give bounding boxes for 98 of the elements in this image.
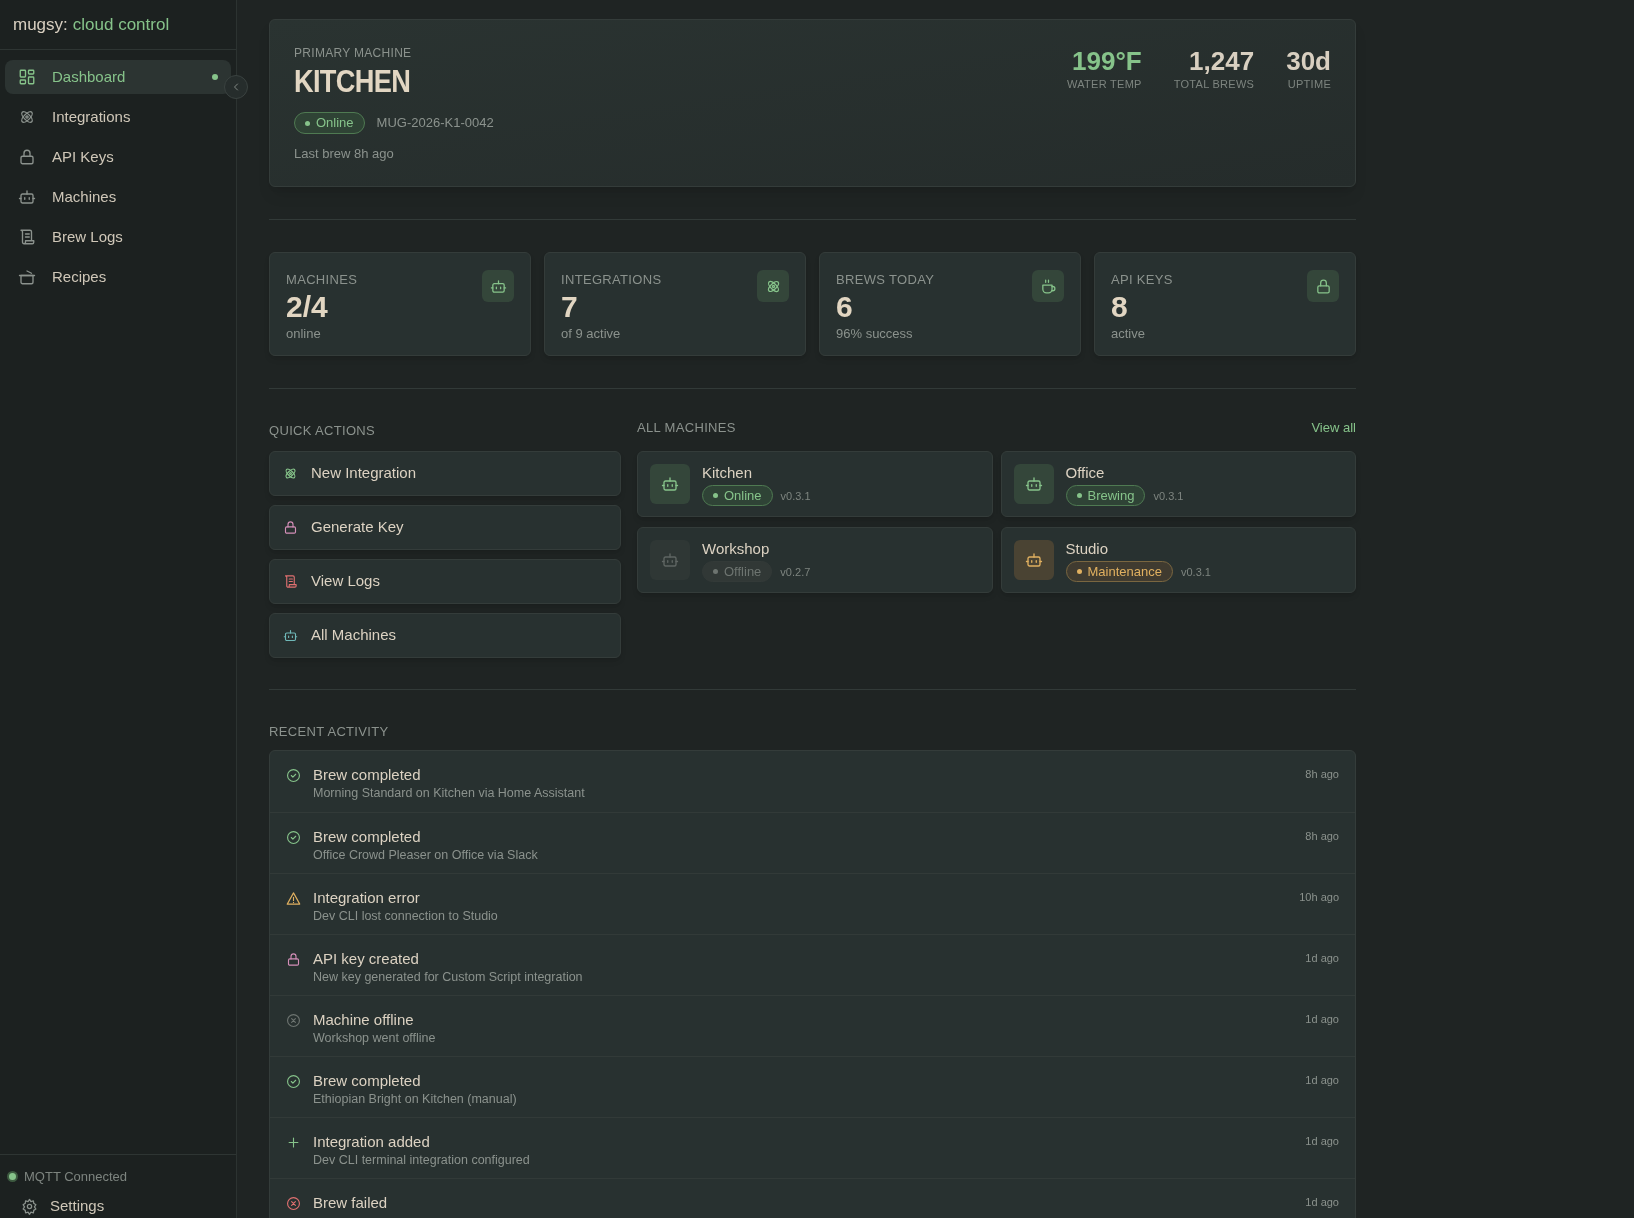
sidebar-item[interactable]: Brew Logs [5, 220, 231, 254]
stat-label: WATER TEMP [1067, 77, 1142, 92]
serial-number: MUG-2026-K1-0042 [376, 114, 494, 133]
view-all-link[interactable]: View all [1311, 418, 1356, 438]
stat-label: API KEYS [1111, 271, 1173, 289]
pot-icon [18, 268, 36, 286]
section-title: RECENT ACTIVITY [269, 723, 390, 736]
status-badge: Online [294, 112, 365, 134]
section-title: ALL MACHINES [637, 419, 736, 438]
activity-detail: Ethiopian Bright on Kitchen (manual) [313, 1091, 518, 1108]
status-badge: Maintenance [1065, 561, 1173, 583]
machine-card[interactable]: Office Brewing v0.3.1 [1000, 451, 1356, 517]
stat-label: INTEGRATIONS [561, 271, 662, 289]
activity-detail: Office Crowd Pleaser on Office via Slack [313, 847, 539, 864]
robot-icon [18, 188, 36, 206]
activity-time: 1d ago [1305, 951, 1339, 966]
activity-time: 1d ago [1305, 1195, 1339, 1210]
stat-caption: of 9 active [561, 324, 622, 343]
version-label: v0.2.7 [780, 564, 811, 580]
sidebar-item[interactable]: API Keys [5, 140, 231, 174]
machine-name: Studio [1065, 538, 1110, 559]
robot-icon [489, 277, 507, 295]
action-button[interactable]: All Machines [269, 613, 621, 658]
activity-title: Machine offline [313, 1011, 415, 1029]
activity-title: Integration added [313, 1133, 431, 1151]
activity-detail: Morning Standard on Kitchen via Home Assistant [313, 785, 586, 802]
atom-icon [18, 108, 36, 126]
activity-title: Brew completed [313, 828, 422, 846]
machine-name: Workshop [702, 538, 771, 559]
action-button[interactable]: View Logs [269, 559, 621, 604]
machine-card[interactable]: Workshop Offline v0.2.7 [637, 527, 993, 593]
collapse-button[interactable] [224, 75, 248, 99]
activity-time: 8h ago [1305, 767, 1339, 782]
lock-icon [18, 148, 36, 166]
machine-name: KITCHEN [294, 62, 412, 100]
robot-icon [283, 628, 298, 643]
activity-detail: New key generated for Custom Script integration [313, 969, 584, 986]
activity-detail: Dev CLI terminal integration configured [313, 1152, 531, 1169]
version-label: v0.3.1 [1180, 564, 1211, 580]
machine-name: Kitchen [702, 462, 754, 483]
activity-title: Brew failed [313, 1194, 389, 1212]
stat-value: 7 [561, 289, 579, 324]
activity-detail: Dev CLI lost connection to Studio [313, 908, 499, 925]
scroll-icon [18, 228, 36, 246]
version-label: v0.3.1 [780, 488, 811, 504]
stat-label: MACHINES [286, 271, 358, 289]
activity-title: API key created [313, 950, 420, 968]
connection-status: MQTT Connected [24, 1167, 128, 1186]
stat-value: 2/4 [286, 289, 329, 324]
stat-value: 1,247 [1189, 46, 1255, 76]
activity-time: 10h ago [1299, 890, 1339, 905]
stat-caption: online [286, 324, 322, 343]
activity-title: Brew completed [313, 766, 422, 784]
action-button[interactable]: Generate Key [269, 505, 621, 550]
activity-title: Brew completed [313, 1072, 422, 1090]
robot-icon [1024, 551, 1043, 569]
version-label: v0.3.1 [1153, 488, 1184, 504]
settings-icon [21, 1197, 38, 1215]
robot-icon [1024, 475, 1043, 493]
action-button[interactable]: New Integration [269, 451, 621, 496]
grid-icon [18, 68, 36, 86]
atom-icon [283, 466, 298, 481]
sidebar-item[interactable]: Machines [5, 180, 231, 214]
status-badge: Online [702, 485, 773, 507]
card-label: PRIMARY MACHINE [294, 45, 413, 62]
activity-time: 1d ago [1305, 1073, 1339, 1088]
activity-title: Integration error [313, 889, 421, 907]
sidebar-item[interactable]: Dashboard [5, 60, 231, 94]
stat-label: BREWS TODAY [836, 271, 935, 289]
machine-name: Office [1065, 462, 1106, 483]
scroll-icon [283, 574, 298, 589]
status-badge: Brewing [1065, 485, 1146, 507]
stat-caption: active [1111, 324, 1146, 343]
stat-value: 8 [1111, 289, 1129, 324]
activity-time: 1d ago [1305, 1134, 1339, 1149]
last-brew: Last brew 8h ago [294, 145, 395, 163]
stat-value: 30d [1286, 46, 1331, 76]
activity-detail: Workshop went offline [313, 1030, 437, 1047]
robot-icon [661, 475, 679, 493]
machine-card[interactable]: Studio Maintenance v0.3.1 [1000, 527, 1356, 593]
stat-caption: 96% success [836, 324, 914, 343]
activity-time: 1d ago [1305, 1012, 1339, 1027]
sidebar-item[interactable]: Recipes [5, 260, 231, 294]
settings-link[interactable]: Settings [7, 1196, 229, 1216]
stat-label: TOTAL BREWS [1173, 77, 1255, 92]
stat-label: UPTIME [1287, 77, 1331, 92]
cup-icon [1039, 277, 1057, 295]
brand-name: mugsy: [13, 13, 68, 36]
stat-value: 199°F [1072, 46, 1142, 76]
stat-value: 6 [836, 289, 854, 324]
lock-icon [283, 520, 298, 535]
sidebar-item[interactable]: Integrations [5, 100, 231, 134]
activity-time: 8h ago [1305, 829, 1339, 844]
lock-icon [1314, 277, 1332, 295]
brand-accent: cloud control [72, 13, 170, 36]
machine-card[interactable]: Kitchen Online v0.3.1 [637, 451, 993, 517]
status-badge: Offline [702, 561, 773, 583]
robot-icon [661, 551, 679, 569]
